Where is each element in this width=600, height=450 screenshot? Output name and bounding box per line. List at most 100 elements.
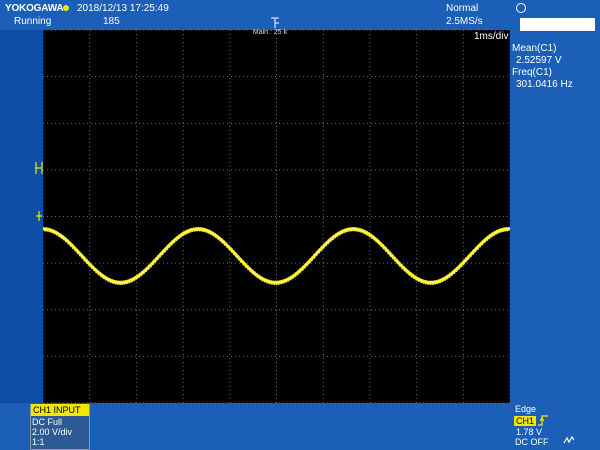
grid-dot	[462, 350, 464, 351]
grid-dot	[411, 355, 412, 357]
grid-dot	[43, 50, 44, 51]
grid-dot	[459, 355, 460, 357]
grid-dot	[322, 58, 324, 59]
grid-dot	[182, 246, 184, 247]
grid-dot	[51, 262, 52, 264]
grid-dot	[462, 366, 464, 367]
grid-dot	[387, 76, 388, 78]
grid-dot	[191, 262, 192, 264]
grid-dot	[215, 309, 216, 311]
grid-dot	[276, 194, 277, 195]
softkey-display[interactable]	[519, 17, 596, 32]
grid-dot	[135, 34, 137, 35]
grid-dot	[182, 202, 184, 203]
grid-dot	[416, 282, 418, 283]
grid-dot	[347, 169, 348, 171]
grid-dot	[215, 262, 216, 264]
grid-dot	[135, 102, 137, 103]
grid-dot	[351, 30, 352, 31]
grid-dot	[135, 214, 137, 215]
grid-dot	[276, 234, 277, 235]
grid-dot	[247, 76, 248, 78]
grid-dot	[322, 114, 324, 115]
grid-dot	[111, 216, 112, 217]
grid-dot	[509, 262, 510, 263]
grid-dot	[182, 94, 184, 95]
grid-dot	[371, 122, 372, 124]
grid-dot	[447, 76, 448, 78]
grid-dot	[229, 154, 231, 155]
circle-icon[interactable]	[515, 2, 527, 14]
grid-dot	[423, 122, 424, 124]
grid-dot	[229, 206, 231, 207]
ch1-waveform	[43, 227, 510, 285]
grid-dot	[509, 114, 510, 115]
grid-dot	[369, 266, 371, 267]
grid-dot	[411, 216, 412, 217]
grid-dot	[351, 355, 352, 357]
grid-dot	[182, 286, 184, 287]
grid-dot	[103, 122, 104, 124]
grid-dot	[135, 76, 136, 78]
grid-dot	[59, 355, 60, 357]
grid-dot	[229, 174, 231, 175]
grid-dot	[509, 250, 510, 251]
trigger-source[interactable]: CH1	[514, 416, 537, 426]
grid-dot	[431, 76, 432, 78]
grid-dot	[276, 162, 277, 163]
grid-dot	[367, 122, 368, 124]
grid-dot	[416, 346, 418, 347]
grid-dot	[439, 309, 440, 311]
grid-dot	[276, 378, 277, 379]
grid-dot	[219, 309, 220, 311]
grid-dot	[135, 266, 137, 267]
grid-dot	[43, 238, 44, 239]
grid-dot	[151, 30, 152, 31]
trigger-type[interactable]: Edge	[515, 404, 536, 414]
grid-dot	[359, 216, 360, 217]
trigger-level-marker[interactable]	[34, 210, 44, 222]
grid-dot	[135, 90, 137, 91]
grid-dot	[463, 76, 464, 78]
grid-dot	[279, 309, 280, 311]
grid-dot	[89, 218, 91, 219]
grid-dot	[89, 398, 91, 399]
grid-dot	[89, 318, 91, 319]
grid-dot	[215, 355, 216, 357]
grid-dot	[416, 306, 418, 307]
grid-dot	[323, 122, 324, 124]
grid-dot	[187, 30, 188, 31]
grid-dot	[327, 309, 328, 311]
grid-dot	[75, 122, 76, 124]
grid-dot	[276, 46, 277, 47]
grid-dot	[462, 134, 464, 135]
trigger-position-icon	[271, 17, 279, 28]
ch1-offset-marker[interactable]	[34, 160, 44, 176]
grid-dot	[229, 90, 231, 91]
grid-dot	[322, 370, 324, 371]
grid-dot	[499, 262, 500, 264]
ch1-title[interactable]: CH1 INPUT	[31, 404, 89, 416]
grid-dot	[416, 58, 418, 59]
grid-dot	[127, 122, 128, 124]
grid-dot	[419, 76, 420, 78]
grid-dot	[89, 314, 91, 315]
grid-dot	[59, 216, 60, 217]
grid-dot	[123, 355, 124, 357]
trigger-mode[interactable]: Normal	[446, 3, 478, 15]
grid-dot	[287, 309, 288, 311]
grid-dot	[319, 169, 320, 171]
grid-dot	[509, 298, 510, 299]
grid-dot	[89, 386, 91, 387]
grid-dot	[291, 169, 292, 171]
grid-dot	[135, 342, 137, 343]
time-per-div-label[interactable]: 1ms/div	[474, 31, 508, 43]
grid-dot	[462, 82, 464, 83]
grid-dot	[355, 76, 356, 78]
grid-dot	[215, 122, 216, 124]
grid-dot	[89, 110, 91, 111]
grid-dot	[322, 394, 324, 395]
acquisition-count: 185	[103, 16, 120, 27]
grid-dot	[495, 122, 496, 124]
waveform-display[interactable]	[43, 30, 510, 403]
